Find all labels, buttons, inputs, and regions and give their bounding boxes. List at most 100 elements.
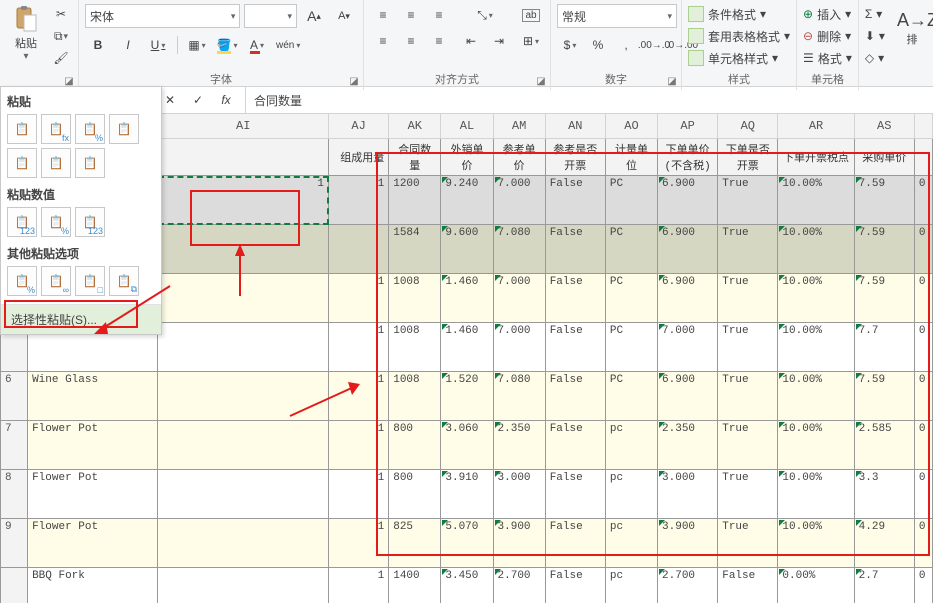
cell[interactable]: 10.00% — [778, 225, 854, 274]
cell[interactable]: 1.460 — [441, 274, 493, 323]
cell[interactable]: Wine Glass — [28, 372, 158, 421]
cell[interactable]: 1 — [329, 372, 389, 421]
insert-function-button[interactable]: fx — [213, 89, 239, 111]
cell[interactable]: 1008 — [389, 372, 441, 421]
cell[interactable]: PC — [605, 274, 657, 323]
paste-button[interactable]: 粘贴 ▾ — [6, 4, 46, 68]
align-bottom-button[interactable]: ≡ — [426, 4, 452, 26]
cell[interactable]: False — [545, 519, 605, 568]
cell[interactable]: 9.240 — [441, 176, 493, 225]
cell[interactable]: 7.7 — [854, 323, 914, 372]
cell[interactable]: 2.700 — [658, 568, 718, 603]
cell[interactable]: pc — [605, 568, 657, 603]
cell[interactable]: True — [718, 274, 778, 323]
paste-keep-src-fmt-button[interactable]: 📋 — [109, 114, 139, 144]
cell[interactable]: 10.00% — [778, 470, 854, 519]
increase-indent-button[interactable]: ⇥ — [486, 30, 512, 52]
cell[interactable]: False — [545, 421, 605, 470]
cell[interactable] — [158, 421, 329, 470]
col-header[interactable]: AO — [605, 114, 657, 139]
cell[interactable]: 7.080 — [493, 225, 545, 274]
col-header[interactable]: AJ — [329, 114, 389, 139]
row-number[interactable]: 8 — [1, 470, 28, 519]
row-number[interactable]: 9 — [1, 519, 28, 568]
cell[interactable]: 1200 — [389, 176, 441, 225]
cell[interactable]: 3.900 — [658, 519, 718, 568]
paste-values-srcfmt-button[interactable]: 📋123 — [75, 207, 105, 237]
cell[interactable]: 10.00% — [778, 372, 854, 421]
cell[interactable]: 6.900 — [658, 274, 718, 323]
cell[interactable]: 7.59 — [854, 176, 914, 225]
clear-button[interactable]: ◇▾ — [865, 48, 885, 68]
sort-filter-icon[interactable]: A→Z — [897, 10, 927, 31]
format-painter-button[interactable]: 🖌 — [50, 48, 72, 68]
paste-linked-picture-button[interactable]: 📋⧉ — [109, 266, 139, 296]
cell-styles-button[interactable]: 单元格样式▾ — [688, 48, 790, 68]
header-cell[interactable]: 外销单价 — [441, 139, 493, 176]
cell[interactable]: 7.000 — [493, 323, 545, 372]
header-cell[interactable]: 参考是否开票 — [545, 139, 605, 176]
cell[interactable]: 3.910 — [441, 470, 493, 519]
table-format-button[interactable]: 套用表格格式▾ — [688, 26, 790, 46]
header-cell[interactable]: 计量单位 — [605, 139, 657, 176]
cell[interactable]: 1008 — [389, 323, 441, 372]
col-header[interactable] — [914, 114, 932, 139]
cell[interactable]: 2.700 — [493, 568, 545, 603]
row-number[interactable] — [1, 568, 28, 603]
format-button[interactable]: ☰格式▾ — [803, 48, 852, 68]
paste-link-button[interactable]: 📋∞ — [41, 266, 71, 296]
cell[interactable]: False — [545, 176, 605, 225]
cell[interactable]: 1400 — [389, 568, 441, 603]
col-header[interactable]: AL — [441, 114, 493, 139]
orientation-button[interactable]: ⤡▾ — [458, 4, 512, 26]
font-size-combo[interactable]: ▾ — [244, 4, 297, 28]
cell[interactable]: Flower Pot — [28, 470, 158, 519]
paste-values-numfmt-button[interactable]: 📋% — [41, 207, 71, 237]
cell[interactable]: True — [718, 519, 778, 568]
paste-transpose-button[interactable]: 📋 — [75, 148, 105, 178]
cell[interactable]: 0 — [914, 225, 932, 274]
row-number[interactable]: 6 — [1, 372, 28, 421]
cell[interactable]: 9.600 — [441, 225, 493, 274]
cell[interactable]: True — [718, 372, 778, 421]
col-header[interactable]: AS — [854, 114, 914, 139]
cell[interactable]: False — [545, 274, 605, 323]
font-dialog-launcher[interactable]: ◪ — [347, 74, 361, 88]
conditional-format-button[interactable]: 条件格式▾ — [688, 4, 790, 24]
cell[interactable]: 1584 — [389, 225, 441, 274]
cell[interactable]: False — [545, 470, 605, 519]
cell[interactable]: Flower Pot — [28, 519, 158, 568]
cell[interactable]: 7.000 — [658, 323, 718, 372]
cell[interactable]: 7.59 — [854, 225, 914, 274]
cell[interactable]: 2.350 — [493, 421, 545, 470]
delete-button[interactable]: ⊖删除▾ — [803, 26, 852, 46]
increase-decimal-button[interactable]: .00→.0 — [641, 34, 667, 56]
font-name-combo[interactable]: 宋体 ▾ — [85, 4, 240, 28]
cell[interactable]: BBQ Fork — [28, 568, 158, 603]
cell[interactable]: PC — [605, 176, 657, 225]
paste-no-borders-button[interactable]: 📋 — [7, 148, 37, 178]
col-header[interactable]: AK — [389, 114, 441, 139]
header-cell[interactable]: 组成用量 — [329, 139, 389, 176]
cell[interactable]: 6.900 — [658, 372, 718, 421]
cell[interactable]: False — [545, 372, 605, 421]
cell[interactable]: 7.000 — [493, 274, 545, 323]
paste-picture-button[interactable]: 📋□ — [75, 266, 105, 296]
cell[interactable]: 0 — [914, 470, 932, 519]
cell[interactable]: 3.000 — [658, 470, 718, 519]
cell[interactable] — [158, 372, 329, 421]
header-cell[interactable] — [158, 139, 329, 176]
cell[interactable] — [158, 274, 329, 323]
cell[interactable]: 0 — [914, 274, 932, 323]
cell[interactable]: 6.900 — [658, 176, 718, 225]
underline-button[interactable]: U▾ — [145, 34, 171, 56]
cell[interactable]: 2.585 — [854, 421, 914, 470]
cell[interactable]: 800 — [389, 470, 441, 519]
cell[interactable] — [329, 225, 389, 274]
cell[interactable]: 825 — [389, 519, 441, 568]
cell[interactable]: 0 — [914, 323, 932, 372]
cell[interactable]: PC — [605, 323, 657, 372]
wrap-text-button[interactable]: ab — [518, 4, 544, 26]
autosum-button[interactable]: Σ▾ — [865, 4, 885, 24]
cell[interactable]: PC — [605, 225, 657, 274]
